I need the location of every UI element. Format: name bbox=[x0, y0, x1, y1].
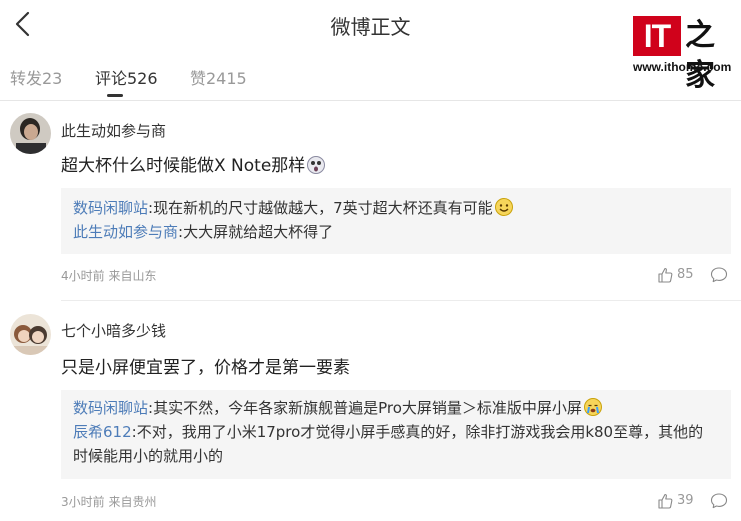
like-count: 85 bbox=[677, 267, 694, 282]
comment-text: 超大杯什么时候能做X Note那样 bbox=[61, 151, 326, 176]
reply-line: 数码闲聊站:现在新机的尺寸越做越大，7英寸超大杯还真有可能 bbox=[73, 196, 713, 220]
reply-box[interactable]: 数码闲聊站:其实不然，今年各家新旗舰普遍是Pro大屏销量＞标准版中屏小屏 辰希6… bbox=[61, 390, 731, 479]
crying-face-emoji-icon bbox=[583, 398, 602, 416]
comment-text-content: 超大杯什么时候能做X Note那样 bbox=[61, 156, 306, 176]
grinning-face-emoji-icon bbox=[494, 198, 513, 216]
reply-text: :不对，我用了小米17pro才觉得小屏手感真的好，除非打游戏我会用k80至尊，其… bbox=[73, 423, 704, 465]
comment-item: 此生动如参与商 超大杯什么时候能做X Note那样 数码闲聊站:现在新机的尺寸越… bbox=[0, 101, 741, 301]
reply-text: :大大屏就给超大杯得了 bbox=[178, 223, 334, 241]
reply-text: :现在新机的尺寸越做越大，7英寸超大杯还真有可能 bbox=[148, 199, 493, 217]
comment-text: 只是小屏便宜罢了，价格才是第一要素 bbox=[61, 358, 350, 378]
reply-author-link[interactable]: 辰希612 bbox=[73, 423, 132, 441]
reply-author-link[interactable]: 此生动如参与商 bbox=[73, 223, 178, 241]
tab-reposts[interactable]: 转发23 bbox=[10, 65, 62, 89]
divider bbox=[61, 300, 741, 301]
tab-comments[interactable]: 评论526 bbox=[95, 65, 158, 89]
like-count: 39 bbox=[677, 493, 694, 508]
reply-author-link[interactable]: 数码闲聊站 bbox=[73, 199, 148, 217]
tab-bar: 转发23 评论526 赞2415 bbox=[0, 50, 741, 101]
page-title: 微博正文 bbox=[330, 15, 411, 39]
like-button[interactable]: 39 bbox=[657, 491, 717, 511]
tab-likes[interactable]: 赞2415 bbox=[190, 65, 247, 89]
reply-author-link[interactable]: 数码闲聊站 bbox=[73, 399, 148, 417]
avatar[interactable] bbox=[10, 314, 51, 355]
active-tab-indicator bbox=[107, 94, 123, 97]
comment-meta: 3小时前 来自贵州 bbox=[61, 495, 157, 509]
comment-meta: 4小时前 来自山东 bbox=[61, 269, 157, 283]
reply-line: 辰希612:不对，我用了小米17pro才觉得小屏手感真的好，除非打游戏我会用k8… bbox=[73, 420, 713, 468]
thumbs-up-icon bbox=[657, 267, 673, 283]
reply-line: 数码闲聊站:其实不然，今年各家新旗舰普遍是Pro大屏销量＞标准版中屏小屏 bbox=[73, 396, 713, 420]
comment-username[interactable]: 此生动如参与商 bbox=[61, 120, 166, 141]
comment-bubble-icon[interactable] bbox=[710, 492, 728, 510]
like-button[interactable]: 85 bbox=[657, 265, 717, 285]
shocked-face-emoji-icon bbox=[307, 156, 326, 174]
comment-item: 七个小暗多少钱 只是小屏便宜罢了，价格才是第一要素 数码闲聊站:其实不然，今年各… bbox=[0, 302, 741, 521]
avatar[interactable] bbox=[10, 113, 51, 154]
thumbs-up-icon bbox=[657, 493, 673, 509]
reply-line: 此生动如参与商:大大屏就给超大杯得了 bbox=[73, 220, 713, 244]
reply-text: :其实不然，今年各家新旗舰普遍是Pro大屏销量＞标准版中屏小屏 bbox=[148, 399, 582, 417]
comment-username[interactable]: 七个小暗多少钱 bbox=[61, 320, 166, 341]
top-bar: 微博正文 bbox=[0, 0, 741, 50]
reply-box[interactable]: 数码闲聊站:现在新机的尺寸越做越大，7英寸超大杯还真有可能 此生动如参与商:大大… bbox=[61, 188, 731, 254]
comment-bubble-icon[interactable] bbox=[710, 266, 728, 284]
